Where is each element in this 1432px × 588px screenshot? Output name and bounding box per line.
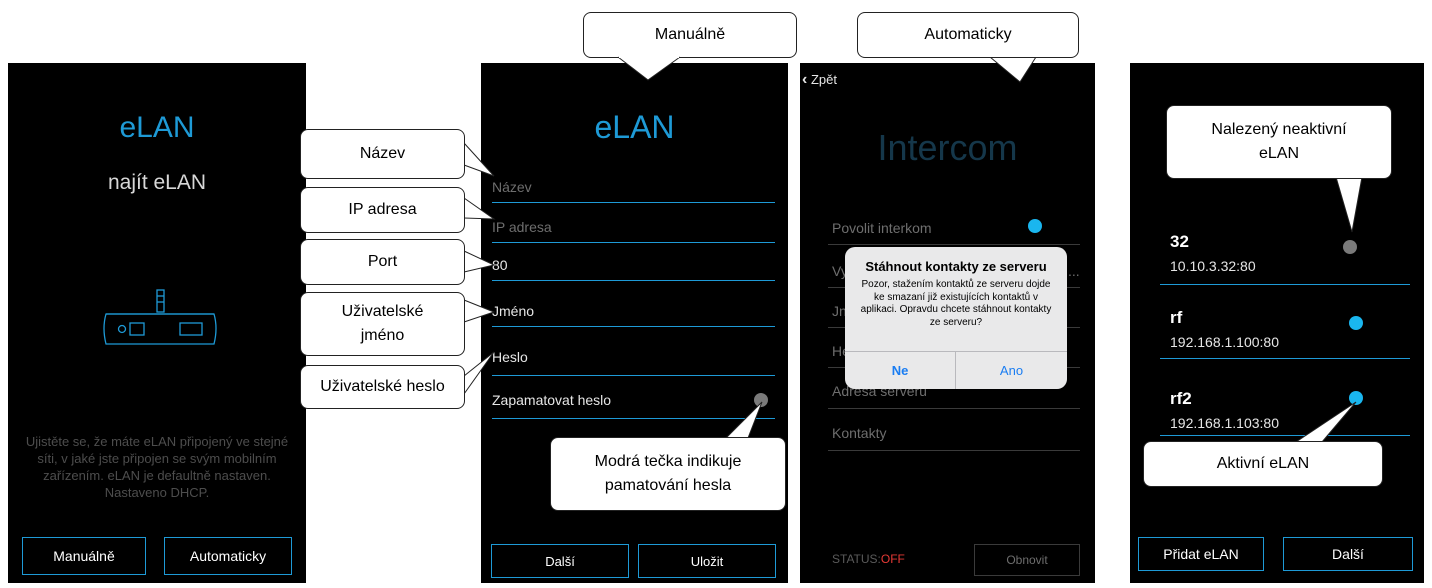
status-dot-active (1349, 391, 1363, 405)
dialog-yes-button[interactable]: Ano (956, 363, 1067, 378)
name-input[interactable]: Název (492, 179, 532, 195)
dialog-no-button[interactable]: Ne (845, 363, 955, 378)
elan-name: rf2 (1170, 389, 1192, 408)
elan-address: 10.10.3.32:80 (1170, 258, 1256, 274)
field-underline (492, 242, 775, 243)
password-input[interactable]: Heslo (492, 349, 528, 365)
callout-port: Port (300, 239, 465, 285)
status-value: OFF (880, 552, 905, 566)
dialog-message: Pozor, stažením kontaktů ze serveru dojd… (860, 279, 1052, 328)
dialog-title: Stáhnout kontakty ze serveru (865, 259, 1047, 274)
row-divider (1160, 358, 1410, 359)
page-subtitle: najít eLAN (107, 171, 207, 194)
manual-button[interactable]: Manuálně (22, 537, 146, 575)
callout-name: Název (300, 129, 465, 179)
save-button[interactable]: Uložit (638, 544, 776, 578)
list-item[interactable]: rf 192.168.1.100:80 (1130, 304, 1424, 362)
port-input[interactable]: 80 (492, 257, 508, 273)
callout-username: Uživatelské jméno (300, 292, 465, 356)
elan-address: 192.168.1.100:80 (1170, 334, 1279, 350)
app-title: eLAN (594, 109, 675, 145)
callout-password: Uživatelské heslo (300, 365, 465, 409)
remember-password-label: Zapamatovat heslo (492, 392, 612, 408)
row-divider (828, 450, 1080, 451)
info-text: Ujistěte se, že máte eLAN připojený ve s… (25, 434, 289, 500)
next-button[interactable]: Další (491, 544, 629, 578)
callout-active-elan: Aktivní eLAN (1143, 441, 1383, 487)
refresh-button[interactable]: Obnovit (974, 544, 1080, 576)
automatic-button[interactable]: Automaticky (164, 537, 292, 575)
elan-name: rf (1170, 308, 1183, 327)
enable-intercom-label: Povolit interkom (832, 220, 932, 236)
status-dot-active (1349, 316, 1363, 330)
row-divider (828, 244, 1080, 245)
status-label: STATUS: (832, 552, 881, 566)
elan-device-icon (100, 288, 222, 350)
row-divider (828, 408, 1080, 409)
row-divider (1160, 435, 1410, 436)
callout-ip-address: IP adresa (300, 187, 465, 233)
download-contacts-dialog: Stáhnout kontakty ze serveru Pozor, staž… (845, 247, 1067, 389)
dialog-divider (845, 351, 1067, 352)
back-button[interactable]: ‹ Zpět (802, 71, 837, 89)
screen-intercom: ‹ Zpět Intercom Povolit interkom Vy ... … (800, 63, 1095, 583)
callout-inactive-elan: Nalezený neaktivní eLAN (1166, 105, 1392, 179)
field-underline (492, 375, 775, 376)
next-button[interactable]: Další (1283, 537, 1413, 571)
callout-blue-dot: Modrá tečka indikuje pamatování hesla (550, 437, 786, 511)
remember-password-toggle[interactable] (754, 393, 768, 407)
ip-address-input[interactable]: IP adresa (492, 219, 552, 235)
chevron-left-icon: ‹ (802, 71, 808, 88)
callout-manual: Manuálně (583, 12, 797, 58)
page-title: Intercom (877, 127, 1018, 168)
status-indicator: STATUS:OFF (832, 552, 905, 566)
callout-automatic: Automaticky (857, 12, 1079, 58)
elan-name: 32 (1170, 232, 1189, 251)
field-underline (492, 326, 775, 327)
list-item[interactable]: 32 10.10.3.32:80 (1130, 228, 1424, 286)
username-input[interactable]: Jméno (492, 303, 534, 319)
field-underline (492, 418, 775, 419)
app-title: eLAN (119, 111, 195, 144)
field-underline (492, 280, 775, 281)
status-dot-inactive (1343, 240, 1357, 254)
row-ellipsis: ... (1068, 263, 1080, 279)
back-label: Zpět (810, 72, 837, 87)
elan-address: 192.168.1.103:80 (1170, 415, 1279, 431)
field-underline (492, 202, 775, 203)
screen-find-elan: eLAN najít eLAN Ujistěte se, že máte eLA… (8, 63, 306, 583)
add-elan-button[interactable]: Přidat eLAN (1138, 537, 1264, 571)
enable-intercom-toggle[interactable] (1028, 219, 1042, 233)
row-divider (1160, 284, 1410, 285)
contacts-row[interactable]: Kontakty (832, 425, 886, 441)
